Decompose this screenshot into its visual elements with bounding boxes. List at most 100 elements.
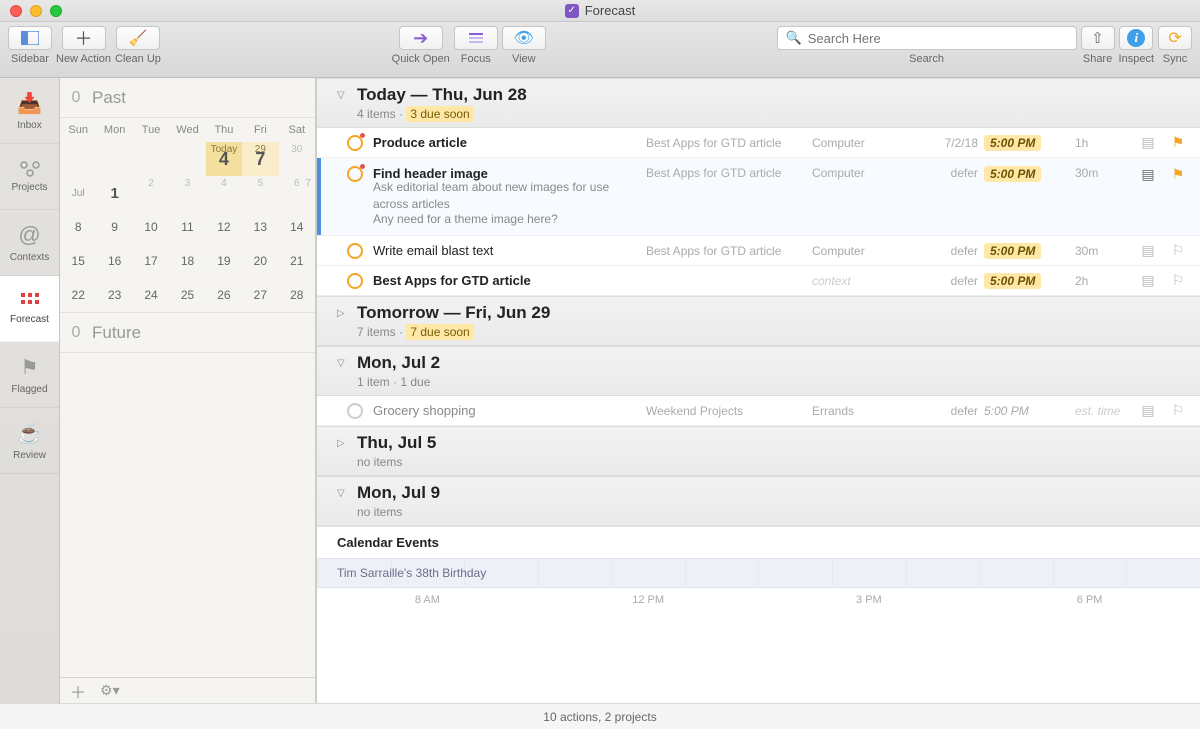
flag-icon[interactable]: ⚑ [1166,134,1190,151]
cal-cell[interactable] [169,142,205,176]
cal-cell[interactable]: 16 [96,244,132,278]
add-perspective-button[interactable]: ＋ [70,679,86,703]
section-today[interactable]: ▽ Today — Thu, Jun 28 4 items · 3 due so… [317,78,1200,128]
new-action-button[interactable]: ＋ [62,26,106,50]
task-row[interactable]: Grocery shopping Weekend Projects Errand… [317,396,1200,426]
view-button[interactable]: 👁 [502,26,546,50]
task-time: 5:00 PM [984,135,1041,151]
sync-button[interactable]: ⟳ [1158,26,1192,50]
status-text: 10 actions, 2 projects [543,710,656,724]
disclosure-triangle-icon[interactable]: ▷ [337,438,349,449]
task-title[interactable]: Grocery shopping [373,403,640,418]
cal-cell[interactable]: 21 [279,244,315,278]
note-icon[interactable]: ▤ [1136,134,1160,151]
nav-flagged[interactable]: ⚑ Flagged [0,342,59,408]
future-row[interactable]: 0 Future [60,313,315,353]
quick-open-button[interactable]: ➔ [399,26,443,50]
sidebar-toggle-button[interactable] [8,26,52,50]
cal-cell[interactable] [133,142,169,176]
share-button[interactable]: ⇧ [1081,26,1115,50]
perspective-settings-button[interactable]: ⚙︎▾ [100,682,120,699]
cal-cell[interactable]: 18 [169,244,205,278]
cal-cell[interactable]: 13 [242,210,278,244]
cal-cell[interactable]: 24 [133,278,169,312]
cal-cell[interactable] [96,142,132,176]
note-icon[interactable]: ▤ [1136,242,1160,259]
flag-icon[interactable]: ⚐ [1166,272,1190,289]
task-title[interactable]: Best Apps for GTD article [373,273,640,288]
arrow-right-icon: ➔ [413,28,428,49]
status-circle-icon[interactable] [347,135,363,151]
status-circle-icon[interactable] [347,243,363,259]
cal-cell[interactable]: 19 [206,244,242,278]
task-note[interactable]: Ask editorial team about new images for … [373,179,640,213]
cal-cell[interactable]: 4 [206,176,242,210]
calendar-event-bar[interactable]: Tim Sarraille's 38th Birthday [317,558,1200,588]
past-row[interactable]: 0 Past [60,78,315,118]
search-field[interactable]: 🔍 [777,26,1077,50]
focus-button[interactable] [454,26,498,50]
flag-icon[interactable]: ⚐ [1166,402,1190,419]
nav-contexts[interactable]: @ Contexts [0,210,59,276]
disclosure-triangle-icon[interactable]: ▷ [337,308,349,319]
cal-cell[interactable]: 5 [242,176,278,210]
nav-forecast[interactable]: Forecast [0,276,59,342]
cal-cell[interactable]: 20 [242,244,278,278]
cal-cell[interactable]: 28 [279,278,315,312]
disclosure-triangle-icon[interactable]: ▽ [337,488,349,499]
cal-cell[interactable]: 12 [206,210,242,244]
nav-review-label: Review [13,450,46,461]
status-circle-icon[interactable] [347,273,363,289]
cal-cell[interactable]: 23 [96,278,132,312]
task-row[interactable]: Best Apps for GTD article context defer … [317,266,1200,296]
cal-cell[interactable]: 2 [133,176,169,210]
cal-cell[interactable]: 8 [60,210,96,244]
section-jul2[interactable]: ▽ Mon, Jul 2 1 item · 1 due [317,346,1200,396]
nav-inbox[interactable]: 📥 Inbox [0,78,59,144]
flag-icon[interactable]: ⚑ [1166,166,1190,183]
cal-cell[interactable]: 30 [279,142,315,176]
cal-cell[interactable]: 25 [169,278,205,312]
note-icon[interactable]: ▤ [1136,166,1160,183]
task-note[interactable]: Any need for a theme image here? [373,211,640,228]
status-circle-icon[interactable] [347,166,363,182]
cal-cell[interactable]: 67 [279,176,315,210]
status-circle-icon[interactable] [347,403,363,419]
section-jul5[interactable]: ▷ Thu, Jul 5 no items [317,426,1200,476]
cal-cell[interactable]: 26 [206,278,242,312]
task-title[interactable]: Produce article [373,135,640,150]
cal-cell[interactable]: 22 [60,278,96,312]
disclosure-triangle-icon[interactable]: ▽ [337,90,349,101]
note-icon[interactable]: ▤ [1136,402,1160,419]
cal-cell-today[interactable]: Today 4 [206,142,242,176]
task-row[interactable]: Produce article Best Apps for GTD articl… [317,128,1200,158]
cal-cell[interactable]: 11 [169,210,205,244]
cal-cell[interactable]: 17 [133,244,169,278]
task-title[interactable]: Write email blast text [373,243,640,258]
new-action-label: New Action [56,53,111,65]
disclosure-triangle-icon[interactable]: ▽ [337,358,349,369]
cal-cell[interactable]: 15 [60,244,96,278]
task-row[interactable]: Find header image Ask editorial team abo… [317,158,1200,236]
search-input[interactable] [808,31,1068,46]
cal-cell[interactable]: 27 [242,278,278,312]
cal-cell[interactable]: 10 [133,210,169,244]
task-context: Computer [812,166,902,180]
cal-cell[interactable]: Jul [60,176,96,210]
nav-review[interactable]: ☕ Review [0,408,59,474]
section-tomorrow[interactable]: ▷ Tomorrow — Fri, Jun 29 7 items · 7 due… [317,296,1200,346]
section-jul9[interactable]: ▽ Mon, Jul 9 no items [317,476,1200,526]
past-count: 0 [60,89,92,107]
task-row[interactable]: Write email blast text Best Apps for GTD… [317,236,1200,266]
cal-cell[interactable] [60,142,96,176]
cal-cell[interactable]: 14 [279,210,315,244]
clean-up-button[interactable]: 🧹 [116,26,160,50]
nav-projects[interactable]: Projects [0,144,59,210]
inspect-button[interactable]: i [1119,26,1153,50]
cal-cell[interactable]: 3 [169,176,205,210]
flag-icon[interactable]: ⚐ [1166,242,1190,259]
cal-cell-fri[interactable]: 29 7 [242,142,278,176]
cal-cell[interactable]: 1 [96,176,132,210]
cal-cell[interactable]: 9 [96,210,132,244]
note-icon[interactable]: ▤ [1136,272,1160,289]
